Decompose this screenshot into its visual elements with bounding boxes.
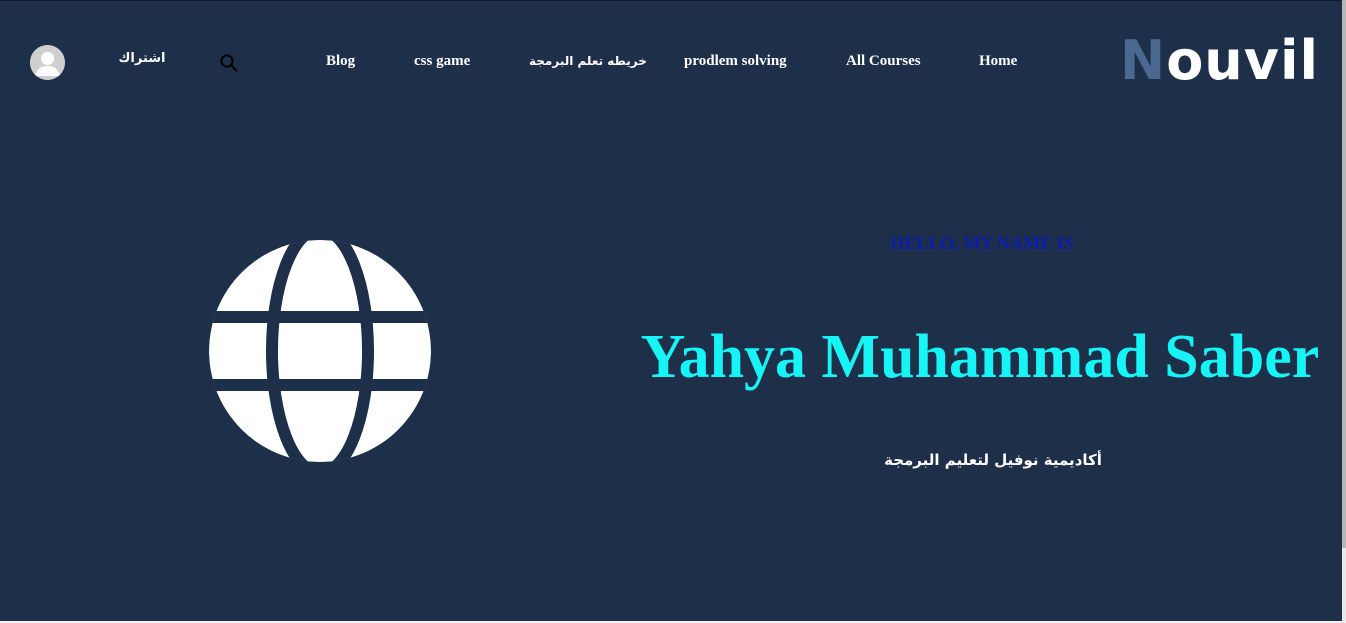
search-icon[interactable] xyxy=(219,53,239,73)
hero-name: Yahya Muhammad Saber xyxy=(640,323,1320,391)
nav-home[interactable]: Home xyxy=(979,53,1017,70)
hero-tagline: أكاديمية نوفيل لتعليم البرمجة xyxy=(884,451,1102,469)
signup-link[interactable]: اشتراك xyxy=(112,51,172,66)
nav-problem-solving[interactable]: prodlem solving xyxy=(684,53,787,70)
nav-all-courses[interactable]: All Courses xyxy=(846,53,921,70)
logo-text: ouvil xyxy=(1166,29,1319,92)
user-avatar[interactable] xyxy=(30,45,65,80)
nav-learning-roadmap[interactable]: خريطه تعلم البرمجة xyxy=(529,54,647,68)
site-logo[interactable]: Nouvil xyxy=(1120,29,1319,93)
hero-greeting: HELLO, MY NAME IS xyxy=(890,233,1074,253)
nav-css-game[interactable]: css game xyxy=(414,53,470,70)
nav-blog[interactable]: Blog xyxy=(326,53,355,70)
globe-icon xyxy=(209,240,431,462)
user-avatar-icon xyxy=(30,45,65,80)
scrollbar-thumb[interactable] xyxy=(1342,0,1346,548)
logo-accent-letter: N xyxy=(1120,29,1167,92)
page-background: اشتراك Blog css game خريطه تعلم البرمجة … xyxy=(0,0,1342,622)
vertical-scrollbar[interactable] xyxy=(1342,0,1346,623)
